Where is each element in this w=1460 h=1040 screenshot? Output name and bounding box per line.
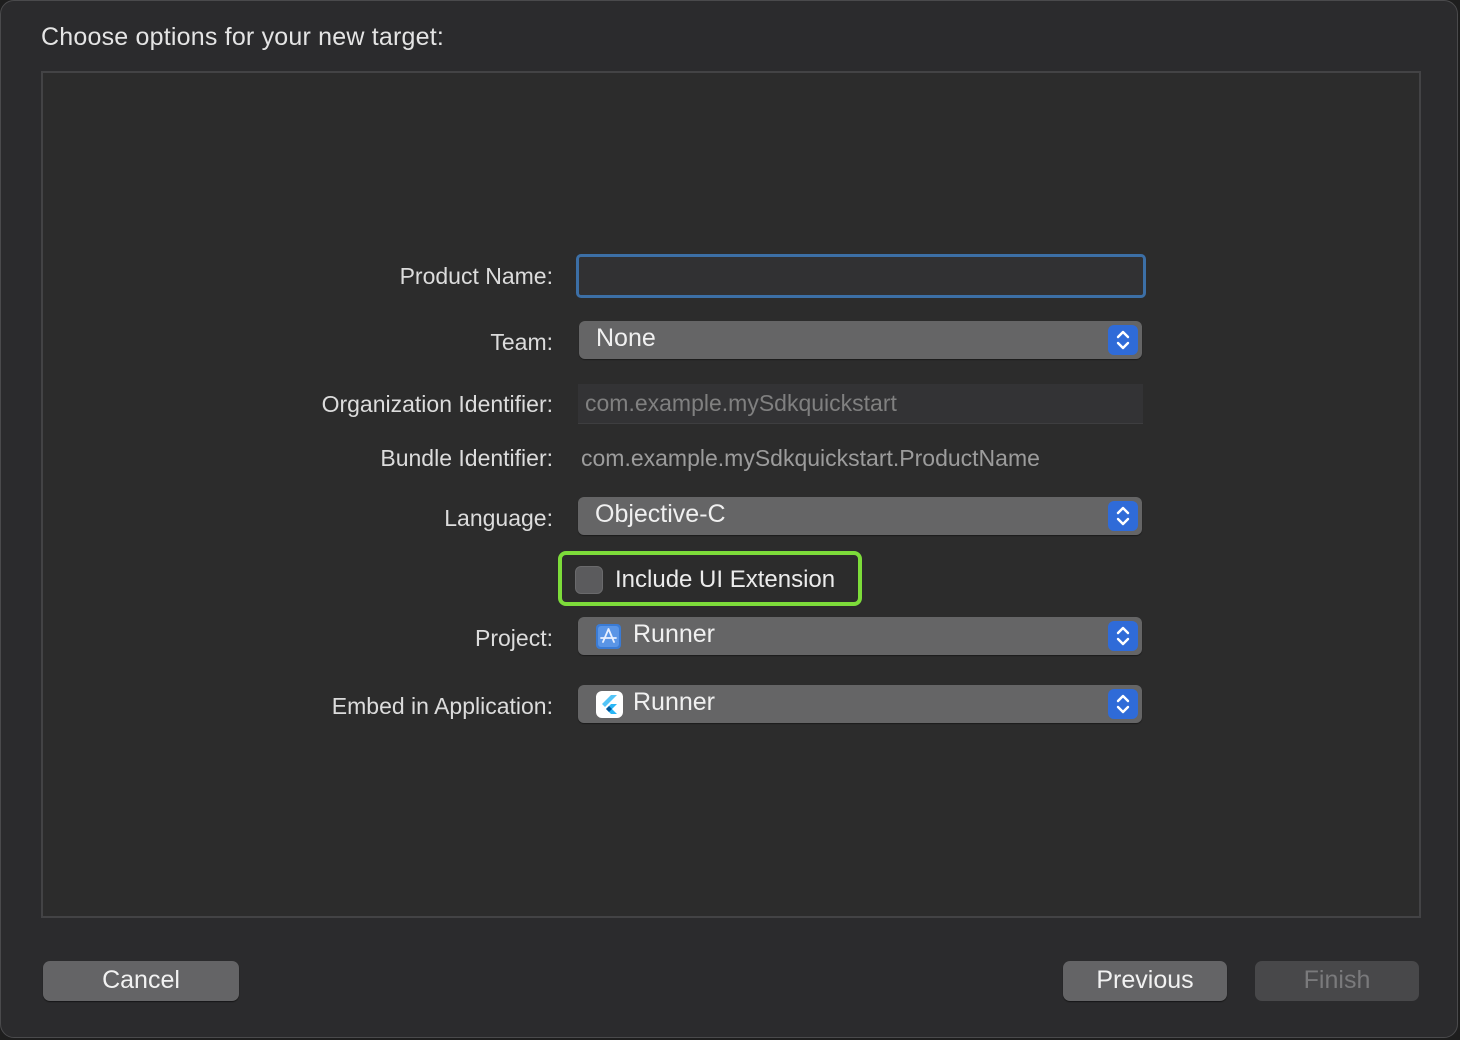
previous-button[interactable]: Previous xyxy=(1063,961,1227,1001)
options-panel xyxy=(41,71,1421,918)
cancel-button[interactable]: Cancel xyxy=(43,961,239,1001)
project-label: Project: xyxy=(475,625,553,651)
team-label: Team: xyxy=(490,329,553,355)
team-popup[interactable]: None xyxy=(579,321,1142,359)
embed-in-application-value: Runner xyxy=(633,688,715,716)
project-value: Runner xyxy=(633,620,715,648)
team-stepper-icon xyxy=(1108,325,1138,355)
organization-identifier-field[interactable]: com.example.mySdkquickstart xyxy=(578,384,1143,424)
dialog-title: Choose options for your new target: xyxy=(41,23,445,51)
finish-button[interactable]: Finish xyxy=(1255,961,1419,1001)
project-popup[interactable]: Runner xyxy=(578,617,1142,655)
flutter-app-icon xyxy=(596,691,623,718)
team-value: None xyxy=(596,324,656,352)
include-ui-extension-label[interactable]: Include UI Extension xyxy=(615,566,835,594)
bundle-identifier-label: Bundle Identifier: xyxy=(380,445,553,471)
language-value: Objective-C xyxy=(595,500,726,528)
embed-in-application-stepper-icon xyxy=(1108,689,1138,719)
organization-identifier-label: Organization Identifier: xyxy=(321,391,553,417)
new-target-dialog: Choose options for your new target: Prod… xyxy=(0,0,1458,1038)
project-stepper-icon xyxy=(1108,621,1138,651)
product-name-input[interactable] xyxy=(576,254,1146,298)
include-ui-extension-checkbox[interactable] xyxy=(575,566,603,594)
xcode-project-icon xyxy=(596,624,621,649)
bundle-identifier-value: com.example.mySdkquickstart.ProductName xyxy=(581,445,1040,471)
language-popup[interactable]: Objective-C xyxy=(578,497,1142,535)
product-name-label: Product Name: xyxy=(399,263,553,289)
embed-in-application-label: Embed in Application: xyxy=(331,693,553,719)
embed-in-application-popup[interactable]: Runner xyxy=(578,685,1142,723)
language-stepper-icon xyxy=(1108,501,1138,531)
language-label: Language: xyxy=(444,505,553,531)
